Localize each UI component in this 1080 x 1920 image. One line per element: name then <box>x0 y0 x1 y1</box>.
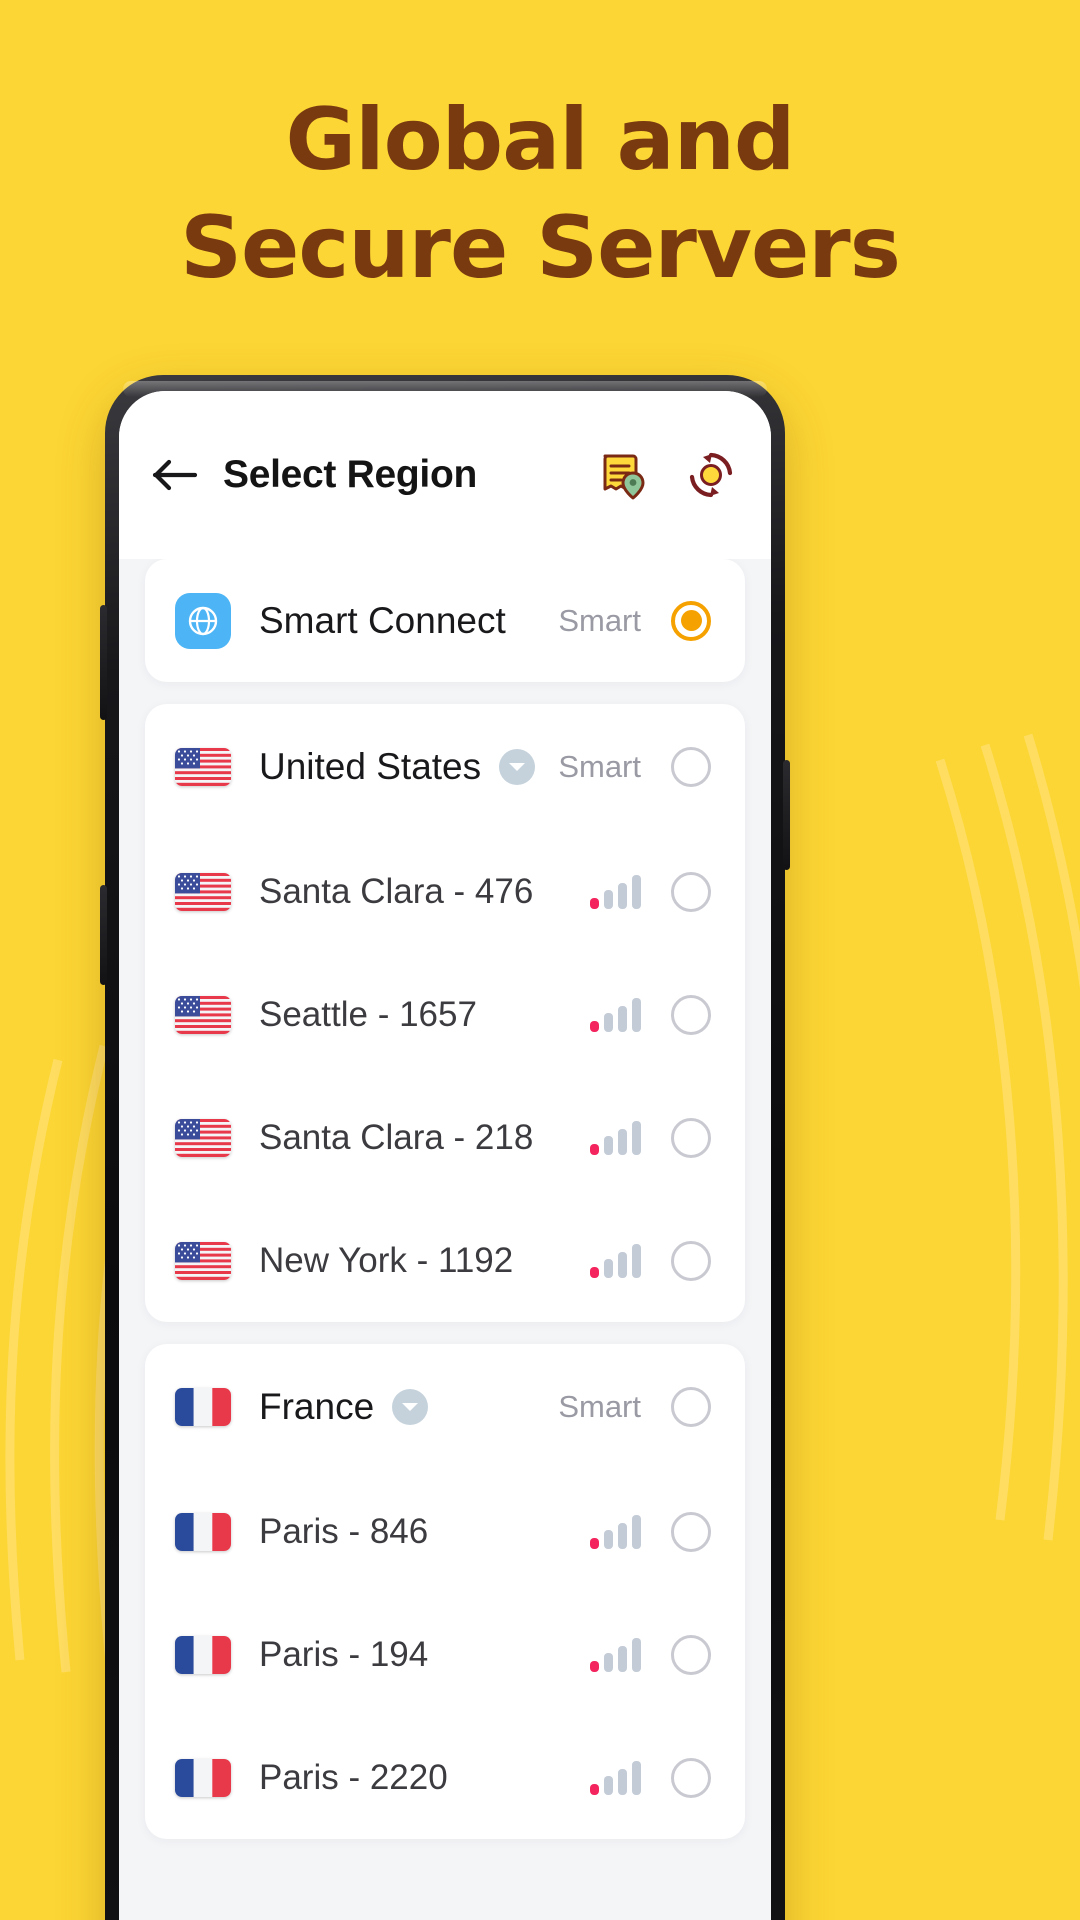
server-list-location-icon <box>603 454 645 500</box>
phone-screen: Select Region Smart Connect Smart United… <box>119 391 771 1920</box>
radio-country-france[interactable] <box>671 1387 711 1427</box>
radio-server[interactable] <box>671 994 711 1035</box>
list-item-label: United States <box>259 746 482 787</box>
fr-flag-icon <box>175 1512 231 1551</box>
list-item-label: France <box>259 1386 375 1427</box>
radio-smart-connect[interactable] <box>671 600 711 641</box>
signal-strength-icon <box>590 1243 641 1278</box>
list-item-smart-connect[interactable]: Smart Connect Smart <box>145 559 745 682</box>
radio-server[interactable] <box>671 1634 711 1675</box>
list-item-server[interactable]: Paris - 194 <box>145 1593 745 1716</box>
arrow-left-icon <box>152 459 198 491</box>
headline-line-2: Secure Servers <box>180 198 901 298</box>
expand-country-button[interactable] <box>499 749 536 785</box>
signal-strength-icon <box>590 1760 641 1795</box>
us-flag-icon <box>175 748 231 786</box>
row-trailing <box>590 994 711 1035</box>
radio-server[interactable] <box>671 871 711 912</box>
us-flag-icon <box>175 995 231 1034</box>
radio-server[interactable] <box>671 1511 711 1552</box>
row-trailing <box>590 1117 711 1158</box>
signal-strength-icon <box>590 1637 641 1672</box>
list-item-server[interactable]: Paris - 2220 <box>145 1716 745 1839</box>
us-flag-icon <box>175 872 231 911</box>
fr-flag-icon <box>175 1758 231 1797</box>
fr-flag-icon <box>175 1635 231 1674</box>
promo-headline: Global and Secure Servers <box>0 86 1080 302</box>
signal-strength-icon <box>590 874 641 909</box>
volume-up-button[interactable] <box>100 605 107 720</box>
globe-icon <box>188 606 218 635</box>
volume-down-button[interactable] <box>100 885 107 985</box>
list-item-server[interactable]: Paris - 846 <box>145 1470 745 1593</box>
list-item-label: New York - 1192 <box>259 1240 514 1280</box>
back-button[interactable] <box>149 449 201 501</box>
row-trailing: Smart <box>558 600 711 641</box>
server-list-location-button[interactable] <box>597 449 649 501</box>
list-item-server[interactable]: Santa Clara - 218 <box>145 1076 745 1199</box>
list-item-label: Santa Clara - 218 <box>259 1117 534 1157</box>
us-flag-icon <box>175 1241 231 1280</box>
smart-tag: Smart <box>558 602 641 638</box>
row-trailing <box>590 1240 711 1281</box>
france-card: France Smart Paris - 846 Paris - 194 Par… <box>145 1344 745 1839</box>
expand-country-button[interactable] <box>392 1389 429 1425</box>
refresh-sync-icon <box>689 452 733 498</box>
radio-server[interactable] <box>671 1757 711 1798</box>
refresh-servers-button[interactable] <box>685 449 737 501</box>
fr-flag-icon <box>175 1388 231 1426</box>
list-item-country-united-states[interactable]: United States Smart <box>145 704 745 830</box>
page-title: Select Region <box>223 453 477 496</box>
list-item-server[interactable]: New York - 1192 <box>145 1199 745 1322</box>
headline-line-1: Global and <box>285 90 796 190</box>
list-item-label: Smart Connect <box>259 599 506 641</box>
chevron-down-icon <box>509 763 526 771</box>
region-list[interactable]: Smart Connect Smart United States Smart … <box>119 559 771 1920</box>
radio-country-united-states[interactable] <box>671 747 711 787</box>
row-trailing <box>590 1511 711 1552</box>
list-item-label: Seattle - 1657 <box>259 994 477 1034</box>
app-bar-actions <box>597 449 737 501</box>
list-item-server[interactable]: Seattle - 1657 <box>145 953 745 1076</box>
radio-server[interactable] <box>671 1240 711 1281</box>
power-button[interactable] <box>783 760 790 870</box>
app-bar: Select Region <box>119 391 771 559</box>
us-flag-icon <box>175 1118 231 1157</box>
list-item-country-france[interactable]: France Smart <box>145 1344 745 1470</box>
phone-mockup: Select Region Smart Connect Smart United… <box>100 375 790 1920</box>
list-item-label: Paris - 846 <box>259 1511 429 1551</box>
globe-badge <box>175 592 231 649</box>
signal-strength-icon <box>590 1514 641 1549</box>
chevron-down-icon <box>402 1403 419 1411</box>
row-trailing <box>590 1757 711 1798</box>
smart-connect-card: Smart Connect Smart <box>145 559 745 682</box>
list-item-label: Paris - 2220 <box>259 1757 448 1797</box>
row-trailing: Smart <box>558 747 711 787</box>
smart-tag: Smart <box>558 749 641 784</box>
row-trailing <box>590 871 711 912</box>
smart-tag: Smart <box>558 1389 641 1424</box>
signal-strength-icon <box>590 997 641 1032</box>
row-trailing <box>590 1634 711 1675</box>
list-item-label: Paris - 194 <box>259 1634 429 1674</box>
radio-server[interactable] <box>671 1117 711 1158</box>
signal-strength-icon <box>590 1120 641 1155</box>
list-item-server[interactable]: Santa Clara - 476 <box>145 830 745 953</box>
row-trailing: Smart <box>558 1387 711 1427</box>
list-item-label: Santa Clara - 476 <box>259 871 534 911</box>
united-states-card: United States Smart Santa Clara - 476 Se… <box>145 704 745 1322</box>
